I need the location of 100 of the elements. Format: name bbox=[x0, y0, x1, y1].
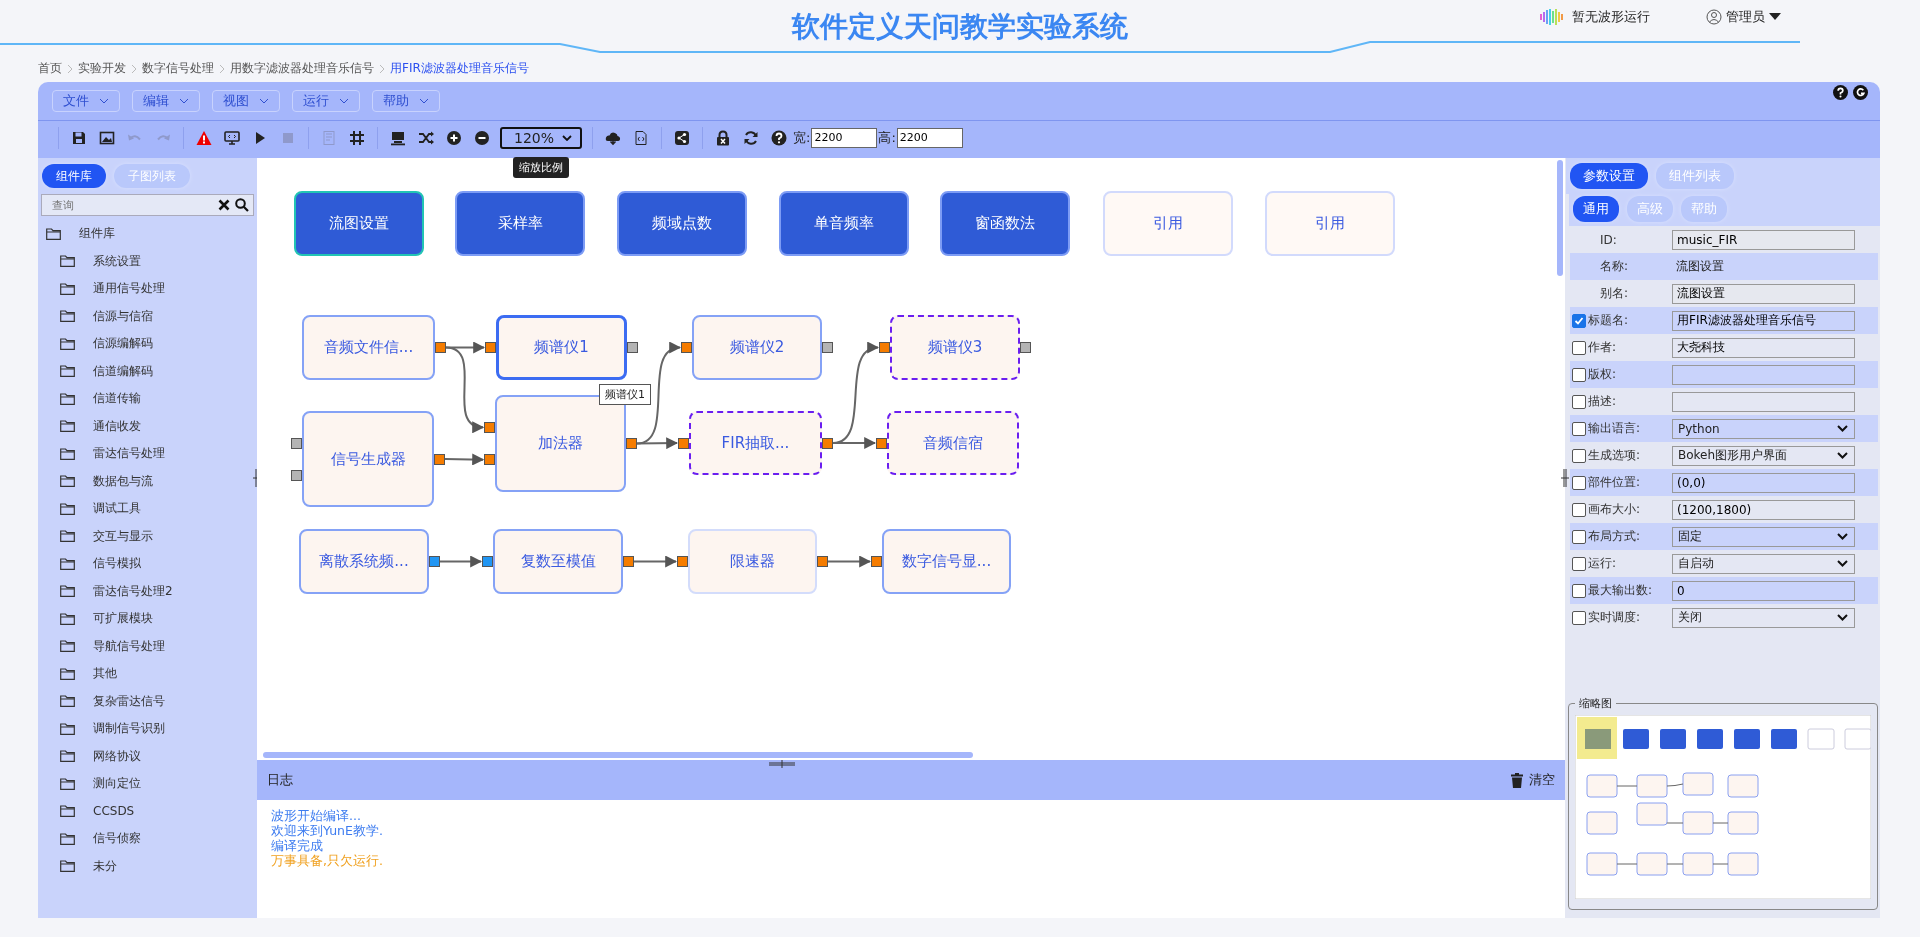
tree-item[interactable]: 信源与信宿 bbox=[38, 302, 257, 330]
height-input[interactable]: 2200 bbox=[896, 127, 963, 148]
user-menu[interactable]: 管理员 bbox=[1706, 8, 1781, 26]
tree-item[interactable]: 信号侦察 bbox=[38, 825, 257, 853]
flow-block[interactable]: 信号生成器 bbox=[302, 411, 434, 507]
text-input[interactable]: music_FIR bbox=[1672, 229, 1855, 250]
text-input[interactable]: 0 bbox=[1672, 580, 1855, 601]
search-icon[interactable] bbox=[235, 198, 249, 212]
checkbox[interactable] bbox=[1572, 556, 1586, 571]
variable-block[interactable]: 流图设置 bbox=[294, 191, 424, 256]
tree-item[interactable]: 信道传输 bbox=[38, 385, 257, 413]
tree-item[interactable]: 组件库 bbox=[38, 220, 257, 248]
tree-item[interactable]: 数据包与流 bbox=[38, 467, 257, 495]
sidebar-tab[interactable]: 组件库 bbox=[42, 164, 106, 188]
variable-block[interactable]: 单音频率 bbox=[779, 191, 909, 256]
tree-item[interactable]: 其他 bbox=[38, 660, 257, 688]
tree-item[interactable]: 测向定位 bbox=[38, 770, 257, 798]
checkbox[interactable] bbox=[1572, 421, 1586, 436]
splitter-handle-icon[interactable] bbox=[1561, 468, 1569, 488]
variable-block[interactable]: 采样率 bbox=[455, 191, 585, 256]
g-circle-icon[interactable] bbox=[1853, 85, 1868, 100]
flow-block[interactable]: 频谱仪2 bbox=[692, 315, 822, 380]
checkbox[interactable] bbox=[1572, 313, 1586, 328]
panel-tab[interactable]: 参数设置 bbox=[1570, 163, 1648, 189]
dropdown[interactable]: 关闭 bbox=[1672, 607, 1855, 628]
tree-item[interactable]: 可扩展模块 bbox=[38, 605, 257, 633]
tree-item[interactable]: 通用信号处理 bbox=[38, 275, 257, 303]
splitter-handle-icon[interactable] bbox=[769, 760, 795, 768]
breadcrumb-link[interactable]: 首页 bbox=[38, 60, 62, 77]
tree-item[interactable]: 信道编解码 bbox=[38, 357, 257, 385]
dropdown[interactable]: Bokeh图形用户界面 bbox=[1672, 445, 1855, 466]
tree-item[interactable]: 调制信号识别 bbox=[38, 715, 257, 743]
text-input[interactable] bbox=[1672, 391, 1855, 412]
breadcrumb-link[interactable]: 实验开发 bbox=[78, 60, 126, 77]
tree-item[interactable]: CCSDS bbox=[38, 797, 257, 825]
tree-item[interactable]: 网络协议 bbox=[38, 742, 257, 770]
menu-button[interactable]: 编辑 bbox=[132, 90, 200, 112]
breadcrumb-link[interactable]: 数字信号处理 bbox=[142, 60, 214, 77]
tree-item[interactable]: 复杂雷达信号 bbox=[38, 687, 257, 715]
tree-item[interactable]: 系统设置 bbox=[38, 247, 257, 275]
menu-button[interactable]: 帮助 bbox=[372, 90, 440, 112]
flow-block[interactable]: 频谱仪1 bbox=[496, 315, 627, 380]
port-square[interactable] bbox=[484, 421, 495, 433]
checkbox[interactable] bbox=[1572, 610, 1586, 625]
zoom-select[interactable]: 120% bbox=[500, 126, 583, 149]
menu-button[interactable]: 视图 bbox=[212, 90, 280, 112]
tree-item[interactable]: 信号模拟 bbox=[38, 550, 257, 578]
port-square[interactable] bbox=[484, 454, 495, 466]
tree-item[interactable]: 雷达信号处理2 bbox=[38, 577, 257, 605]
port-square[interactable] bbox=[434, 453, 445, 465]
checkbox[interactable] bbox=[1572, 367, 1586, 382]
tree-item[interactable]: 未分 bbox=[38, 852, 257, 880]
tree-item[interactable]: 调试工具 bbox=[38, 495, 257, 523]
port-square[interactable] bbox=[291, 437, 302, 449]
text-input[interactable]: (0,0) bbox=[1672, 472, 1855, 493]
dropdown[interactable]: 固定 bbox=[1672, 526, 1855, 547]
tree-item[interactable]: 雷达信号处理 bbox=[38, 440, 257, 468]
reference-block[interactable]: 引用 bbox=[1265, 191, 1395, 256]
checkbox[interactable] bbox=[1572, 529, 1586, 544]
variable-block[interactable]: 窗函数法 bbox=[940, 191, 1070, 256]
port-square[interactable] bbox=[822, 342, 833, 353]
menu-button[interactable]: 运行 bbox=[292, 90, 360, 112]
dropdown[interactable]: 自启动 bbox=[1672, 553, 1855, 574]
search-field[interactable]: 查询 bbox=[41, 194, 254, 216]
flow-block[interactable]: 限速器 bbox=[688, 529, 817, 594]
checkbox[interactable] bbox=[1572, 475, 1586, 490]
checkbox[interactable] bbox=[1572, 394, 1586, 409]
flow-block[interactable]: 离散系统频... bbox=[299, 529, 429, 594]
menu-button[interactable]: 文件 bbox=[52, 90, 120, 112]
scrollbar[interactable] bbox=[1557, 160, 1563, 276]
dropdown[interactable]: Python bbox=[1672, 418, 1855, 439]
tree-item[interactable]: 通信收发 bbox=[38, 412, 257, 440]
tree-item[interactable]: 交互与显示 bbox=[38, 522, 257, 550]
width-input[interactable]: 2200 bbox=[811, 127, 878, 148]
reference-block[interactable]: 引用 bbox=[1103, 191, 1233, 256]
text-input[interactable]: 用FIR滤波器处理音乐信号 bbox=[1672, 310, 1855, 331]
checkbox[interactable] bbox=[1572, 448, 1586, 463]
breadcrumb-link[interactable]: 用FIR滤波器处理音乐信号 bbox=[390, 60, 529, 77]
text-input[interactable]: 大尧科技 bbox=[1672, 337, 1855, 358]
settings-tab[interactable]: 通用 bbox=[1573, 196, 1619, 222]
checkbox[interactable] bbox=[1572, 340, 1586, 355]
flow-block[interactable]: 复数至模值 bbox=[493, 529, 623, 594]
tree-item[interactable]: 导航信号处理 bbox=[38, 632, 257, 660]
scrollbar[interactable] bbox=[263, 752, 973, 758]
text-input[interactable]: (1200,1800) bbox=[1672, 499, 1855, 520]
tree-item[interactable]: 信源编解码 bbox=[38, 330, 257, 358]
flow-block[interactable]: 音频文件信... bbox=[302, 315, 435, 380]
port-square[interactable] bbox=[291, 469, 302, 481]
variable-block[interactable]: 频域点数 bbox=[617, 191, 747, 256]
breadcrumb-link[interactable]: 用数字滤波器处理音乐信号 bbox=[230, 60, 374, 77]
checkbox[interactable] bbox=[1572, 502, 1586, 517]
text-input[interactable] bbox=[1672, 364, 1855, 385]
checkbox[interactable] bbox=[1572, 583, 1586, 598]
clear-button[interactable]: 清空 bbox=[1511, 771, 1555, 789]
help-icon[interactable] bbox=[1833, 85, 1848, 100]
port-square[interactable] bbox=[627, 342, 638, 353]
flow-block[interactable]: 数字信号显... bbox=[882, 529, 1011, 594]
chevron-down-icon bbox=[1837, 533, 1848, 540]
clear-icon[interactable] bbox=[218, 199, 230, 211]
text-input[interactable]: 流图设置 bbox=[1672, 283, 1855, 304]
